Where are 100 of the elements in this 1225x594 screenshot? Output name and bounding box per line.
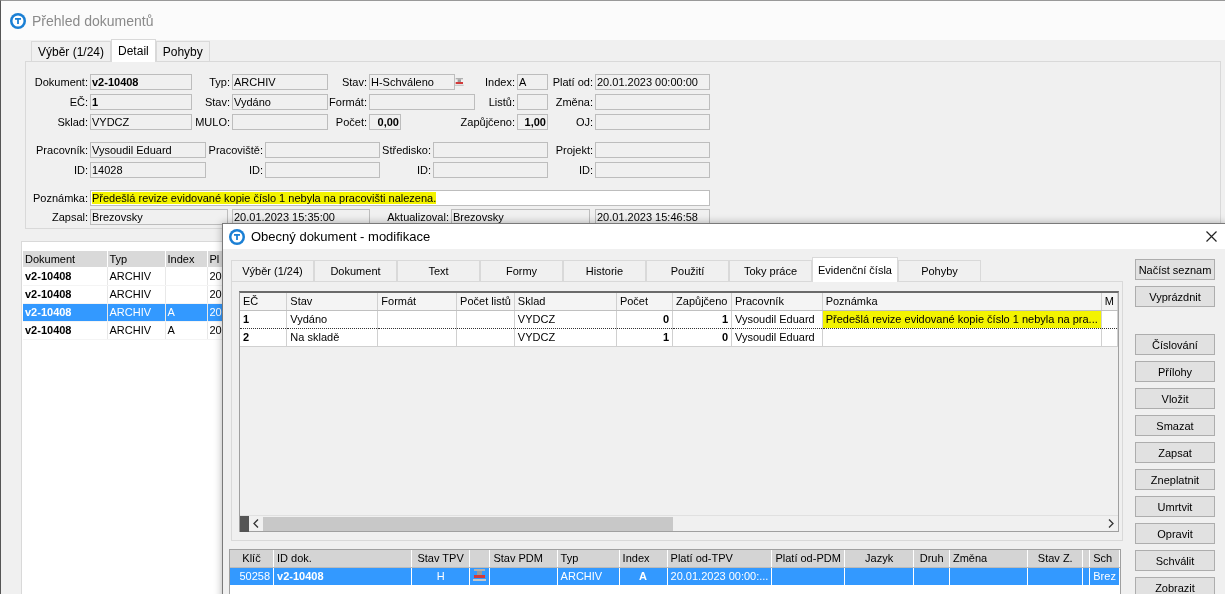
table-cell[interactable]: 1	[240, 310, 287, 328]
action-button[interactable]: Opravit	[1135, 523, 1215, 544]
table-cell[interactable]: ARCHIV	[107, 267, 165, 285]
field-label: Projekt:	[555, 143, 593, 158]
table-cell[interactable]: v2-10408	[23, 321, 107, 339]
tab[interactable]: Text	[397, 260, 480, 281]
table-cell[interactable]: Vysoudil Eduard	[731, 328, 823, 346]
text-field[interactable]: Vysoudil Eduard	[90, 142, 206, 158]
tab[interactable]: Použití	[646, 260, 729, 281]
table-cell[interactable]: VYDCZ	[514, 310, 617, 328]
column-header[interactable]: Sklad	[514, 293, 617, 310]
tab[interactable]: Historie	[563, 260, 646, 281]
table-cell[interactable]: 0	[616, 310, 673, 328]
table-cell[interactable]: ARCHIV	[107, 285, 165, 303]
text-field[interactable]	[265, 142, 380, 158]
close-icon[interactable]	[1206, 231, 1217, 242]
text-field[interactable]: v2-10408	[90, 74, 192, 90]
table-cell[interactable]: v2-10408	[23, 285, 107, 303]
column-header[interactable]: Jazyk	[844, 550, 914, 567]
text-field[interactable]: ARCHIV	[232, 74, 328, 90]
text-field[interactable]	[595, 162, 710, 178]
tab[interactable]: Toky práce	[729, 260, 812, 281]
scrollbar-thumb[interactable]	[263, 516, 673, 531]
text-field[interactable]: 14028	[90, 162, 206, 178]
table-cell[interactable]: 1	[672, 310, 732, 328]
action-button[interactable]: Schválit	[1135, 550, 1215, 571]
column-header[interactable]: EČ	[240, 293, 287, 310]
column-header[interactable]: Index	[165, 251, 207, 267]
column-header[interactable]: Pracovník	[731, 293, 823, 310]
text-field[interactable]: Vydáno	[232, 94, 328, 110]
table-cell[interactable]: Na skladě	[286, 328, 378, 346]
text-field[interactable]: A	[517, 74, 548, 90]
text-field[interactable]	[595, 94, 710, 110]
text-field[interactable]	[517, 94, 548, 110]
tab[interactable]: Formy	[480, 260, 563, 281]
field-label: Listů:	[488, 95, 515, 110]
tab[interactable]: Evidenční čísla	[812, 257, 898, 282]
table-cell[interactable]: 0	[672, 328, 732, 346]
text-field[interactable]: 1,00	[517, 114, 548, 130]
column-header[interactable]: Typ	[557, 550, 620, 567]
table-cell[interactable]: Vysoudil Eduard	[731, 310, 823, 328]
text-field[interactable]	[433, 142, 548, 158]
text-field[interactable]: 20.01.2023 00:00:00	[595, 74, 710, 90]
table-cell[interactable]: v2-10408	[23, 267, 107, 285]
column-header[interactable]: Stav Z.	[1027, 550, 1083, 567]
scroll-right-icon[interactable]	[1108, 519, 1114, 528]
action-button[interactable]: Vložit	[1135, 388, 1215, 409]
table-cell[interactable]: Vydáno	[286, 310, 378, 328]
column-header[interactable]: Počet	[616, 293, 673, 310]
column-header[interactable]: Stav	[286, 293, 378, 310]
column-header[interactable]: Počet listů	[456, 293, 515, 310]
action-button[interactable]: Načíst seznam	[1135, 259, 1215, 280]
text-field[interactable]	[595, 114, 710, 130]
action-button[interactable]: Vyprázdnit	[1135, 286, 1215, 307]
text-field[interactable]	[595, 142, 710, 158]
text-field[interactable]: Brezovsky	[90, 209, 228, 225]
table-cell[interactable]: A	[165, 321, 207, 339]
column-header[interactable]: Dokument	[23, 251, 107, 267]
text-field[interactable]	[369, 94, 475, 110]
column-header[interactable]: Stav PDM	[489, 550, 558, 567]
text-field[interactable]: H-Schváleno	[369, 74, 455, 90]
column-header[interactable]: Klíč	[230, 550, 274, 567]
tab[interactable]: Detail	[111, 39, 156, 62]
column-header[interactable]: Platí od-TPV	[667, 550, 772, 567]
tab[interactable]: Dokument	[314, 260, 397, 281]
field-label: Dokument:	[34, 75, 88, 90]
table-cell[interactable]: ARCHIV	[107, 321, 165, 339]
column-header[interactable]: Formát	[377, 293, 457, 310]
action-button[interactable]: Číslování	[1135, 334, 1215, 355]
text-field[interactable]	[265, 162, 380, 178]
column-header[interactable]: ID dok.	[273, 550, 412, 567]
tab[interactable]: Pohyby	[155, 41, 210, 61]
text-field[interactable]: 0,00	[369, 114, 401, 130]
column-header[interactable]: Zapůjčeno	[672, 293, 732, 310]
action-button[interactable]: Přílohy	[1135, 361, 1215, 382]
action-button[interactable]: Umrtvit	[1135, 496, 1215, 517]
column-header[interactable]: Platí od-PDM	[771, 550, 845, 567]
text-field[interactable]: VYDCZ	[90, 114, 192, 130]
column-header[interactable]: Poznámka	[822, 293, 1102, 310]
table-cell[interactable]: VYDCZ	[514, 328, 617, 346]
column-header[interactable]: Typ	[107, 251, 165, 267]
column-header[interactable]: Index	[619, 550, 668, 567]
action-button[interactable]: Zobrazit	[1135, 577, 1215, 594]
note-field[interactable]: Předešlá revize evidované kopie číslo 1 nebyla na pracovišti nalezena.	[90, 190, 710, 206]
table-cell[interactable]: 2	[240, 328, 287, 346]
action-button[interactable]: Smazat	[1135, 415, 1215, 436]
column-header[interactable]: Stav TPV	[411, 550, 470, 567]
column-header[interactable]: Sch	[1089, 550, 1120, 567]
action-button[interactable]: Zapsat	[1135, 442, 1215, 463]
column-header[interactable]: Změna	[949, 550, 1028, 567]
tab[interactable]: Pohyby	[898, 260, 981, 281]
text-field[interactable]	[232, 114, 328, 130]
column-header[interactable]: Druh	[913, 550, 950, 567]
text-field[interactable]	[433, 162, 548, 178]
scroll-left-icon[interactable]	[253, 519, 259, 528]
text-field[interactable]: 1	[90, 94, 192, 110]
table-cell[interactable]: 1	[616, 328, 673, 346]
action-button[interactable]: Zneplatnit	[1135, 469, 1215, 490]
tab[interactable]: Výběr (1/24)	[31, 41, 112, 61]
tab[interactable]: Výběr (1/24)	[231, 260, 314, 281]
